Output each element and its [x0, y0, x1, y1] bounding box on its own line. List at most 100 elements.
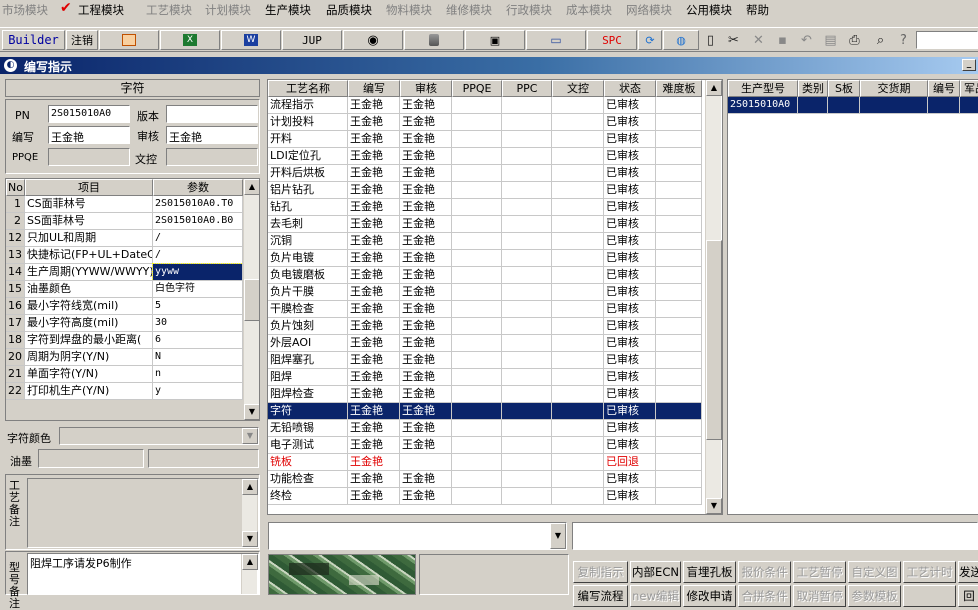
params-row[interactable]: 2 SS面菲林号 2S015010A0.B0 [6, 213, 243, 230]
globe-button[interactable]: ◍ [663, 30, 699, 50]
word-button[interactable]: W [221, 30, 281, 50]
report-button[interactable] [99, 30, 159, 50]
process-row[interactable]: 钻孔 王金艳 王金艳 已审核 [268, 199, 702, 216]
process-row[interactable]: 功能检查 王金艳 王金艳 已审核 [268, 471, 702, 488]
params-row[interactable]: 16 最小字符线宽(mil) 5 [6, 298, 243, 315]
process-row[interactable]: 负片蚀刻 王金艳 王金艳 已审核 [268, 318, 702, 335]
buttons-row1-button[interactable]: 工艺计时 [903, 561, 956, 583]
undo-icon[interactable]: ↶ [796, 30, 817, 50]
process-row[interactable]: 阻焊检查 王金艳 王金艳 已审核 [268, 386, 702, 403]
buttons-row2-button[interactable]: new编辑 [630, 585, 681, 607]
params-cell-value[interactable]: y [153, 383, 243, 400]
params-grid[interactable]: No 项目 参数 1 CS面菲林号 2S015010A0.T0 2 SS面菲林号 2S01… [5, 178, 260, 421]
params-row[interactable]: 17 最小字符高度(mil) 30 [6, 315, 243, 332]
menu-help[interactable]: 帮助 [746, 2, 769, 18]
orders-row[interactable]: 2S015010A0 [728, 97, 978, 114]
params-cell-value[interactable]: N [153, 349, 243, 366]
pn-field[interactable]: 2S015010A0 [48, 105, 130, 123]
process-col-ppc[interactable]: PPC [502, 80, 552, 97]
process-scroll-thumb[interactable] [706, 240, 722, 440]
buttons-row1-button[interactable]: 报价条件 [738, 561, 791, 583]
params-cell-value[interactable]: 30 [153, 315, 243, 332]
orders-col-number[interactable]: 编号 [928, 80, 960, 97]
toolbar-search-input[interactable] [916, 31, 978, 49]
process-row[interactable]: 计划投料 王金艳 王金艳 已审核 [268, 114, 702, 131]
params-cell-value[interactable]: n [153, 366, 243, 383]
chevron-down-icon[interactable]: ▼ [242, 428, 258, 444]
process-row[interactable]: 开料后烘板 王金艳 王金艳 已审核 [268, 165, 702, 182]
version-field[interactable] [166, 105, 258, 123]
menu-network[interactable]: 网络模块 [626, 2, 672, 18]
excel-button[interactable]: X [160, 30, 220, 50]
scroll-up-icon[interactable]: ▲ [706, 80, 722, 96]
menu-material[interactable]: 物料模块 [386, 2, 432, 18]
menu-admin[interactable]: 行政模块 [506, 2, 552, 18]
computer-button[interactable]: ▭ [526, 30, 586, 50]
params-row[interactable]: 13 快捷标记(FP+UL+DateCo / [6, 247, 243, 264]
process-row[interactable]: 外层AOI 王金艳 王金艳 已审核 [268, 335, 702, 352]
buttons-row2-button[interactable]: 编写流程 [573, 585, 628, 607]
params-col-value[interactable]: 参数 [153, 179, 243, 196]
process-col-difficulty[interactable]: 难度板 [656, 80, 702, 97]
buttons-row1-button[interactable]: 发送 [958, 561, 978, 583]
menu-quality[interactable]: 品质模块 [326, 2, 372, 18]
find-icon[interactable]: ⌕ [870, 30, 891, 50]
menu-common[interactable]: 公用模块 [686, 2, 732, 18]
chevron-down-icon[interactable]: ▼ [550, 523, 566, 549]
params-row[interactable]: 15 油墨颜色 白色字符 [6, 281, 243, 298]
orders-col-sboard[interactable]: S板 [828, 80, 860, 97]
params-scrollbar[interactable]: ▲ ▼ [243, 179, 259, 420]
process-row[interactable]: 电子测试 王金艳 王金艳 已审核 [268, 437, 702, 454]
author-field[interactable]: 王金艳 [48, 126, 130, 144]
process-note-textarea[interactable]: ▲ ▼ [27, 478, 259, 548]
scroll-up-icon[interactable]: ▲ [244, 179, 259, 195]
scroll-down-icon[interactable]: ▼ [242, 531, 258, 547]
process-row[interactable]: 无铅喷锡 王金艳 王金艳 已审核 [268, 420, 702, 437]
params-col-item[interactable]: 项目 [25, 179, 153, 196]
params-cell-value[interactable]: 6 [153, 332, 243, 349]
buttons-row1-button[interactable]: 复制指示 [573, 561, 628, 583]
process-grid[interactable]: 工艺名称 编写 审核 PPQE PPC 文控 状态 难度板 流程指示 王金艳 王金艳… [267, 79, 723, 515]
jup-button[interactable]: JUP [282, 30, 342, 50]
process-row[interactable]: LDI定位孔 王金艳 王金艳 已审核 [268, 148, 702, 165]
process-row[interactable]: 干膜检查 王金艳 王金艳 已审核 [268, 301, 702, 318]
preview-icon[interactable]: ▤ [820, 30, 841, 50]
reviewer-field[interactable]: 王金艳 [166, 126, 258, 144]
process-col-doccontrol[interactable]: 文控 [552, 80, 604, 97]
params-row[interactable]: 18 字符到焊盘的最小距离(6 [6, 332, 243, 349]
process-row[interactable]: 阻焊 王金艳 王金艳 已审核 [268, 369, 702, 386]
orders-col-category[interactable]: 类别 [798, 80, 828, 97]
process-col-status[interactable]: 状态 [604, 80, 656, 97]
buttons-row2-button[interactable]: 合拼条件 [738, 585, 791, 607]
params-scroll-thumb[interactable] [244, 279, 259, 321]
process-col-author[interactable]: 编写 [348, 80, 400, 97]
scroll-down-icon[interactable]: ▼ [706, 498, 722, 514]
orders-col-military[interactable]: 军品 [960, 80, 978, 97]
params-cell-value[interactable]: / [153, 230, 243, 247]
buttons-row2-button[interactable] [903, 585, 956, 607]
delete-icon[interactable]: ✕ [748, 30, 769, 50]
process-row[interactable]: 沉铜 王金艳 王金艳 已审核 [268, 233, 702, 250]
ppqe-field[interactable] [48, 148, 130, 166]
params-row[interactable]: 14 生产周期(YYWW/WWYY) yyww [6, 263, 244, 282]
params-cell-value[interactable]: 白色字符 [153, 281, 243, 298]
scroll-up-icon[interactable]: ▲ [242, 554, 258, 570]
process-row[interactable]: 负片电镀 王金艳 王金艳 已审核 [268, 250, 702, 267]
params-row[interactable]: 21 单面字符(Y/N) n [6, 366, 243, 383]
minimize-button[interactable]: _ [962, 59, 976, 71]
bottom-text-input[interactable] [572, 522, 978, 550]
process-row[interactable]: 负电镀磨板 王金艳 王金艳 已审核 [268, 267, 702, 284]
process-row[interactable]: 流程指示 王金艳 王金艳 已审核 [268, 97, 702, 114]
scroll-up-icon[interactable]: ▲ [242, 479, 258, 495]
refresh-button[interactable]: ⟳ [638, 30, 662, 50]
print-icon[interactable]: ⎙ [844, 30, 865, 50]
params-row[interactable]: 1 CS面菲林号 2S015010A0.T0 [6, 196, 243, 213]
menu-engineering[interactable]: 工程模块 [78, 2, 124, 18]
model-note-textarea[interactable]: 阻焊工序请发P6制作 ▲ [27, 553, 259, 595]
process-select[interactable]: ▼ [268, 522, 567, 550]
buttons-row2-button[interactable]: 修改申请 [683, 585, 736, 607]
orders-col-model[interactable]: 生产型号 [728, 80, 798, 97]
buttons-row2-button[interactable]: 取消暂停 [793, 585, 846, 607]
params-cell-value[interactable]: yyww [152, 263, 244, 282]
process-col-name[interactable]: 工艺名称 [268, 80, 348, 97]
